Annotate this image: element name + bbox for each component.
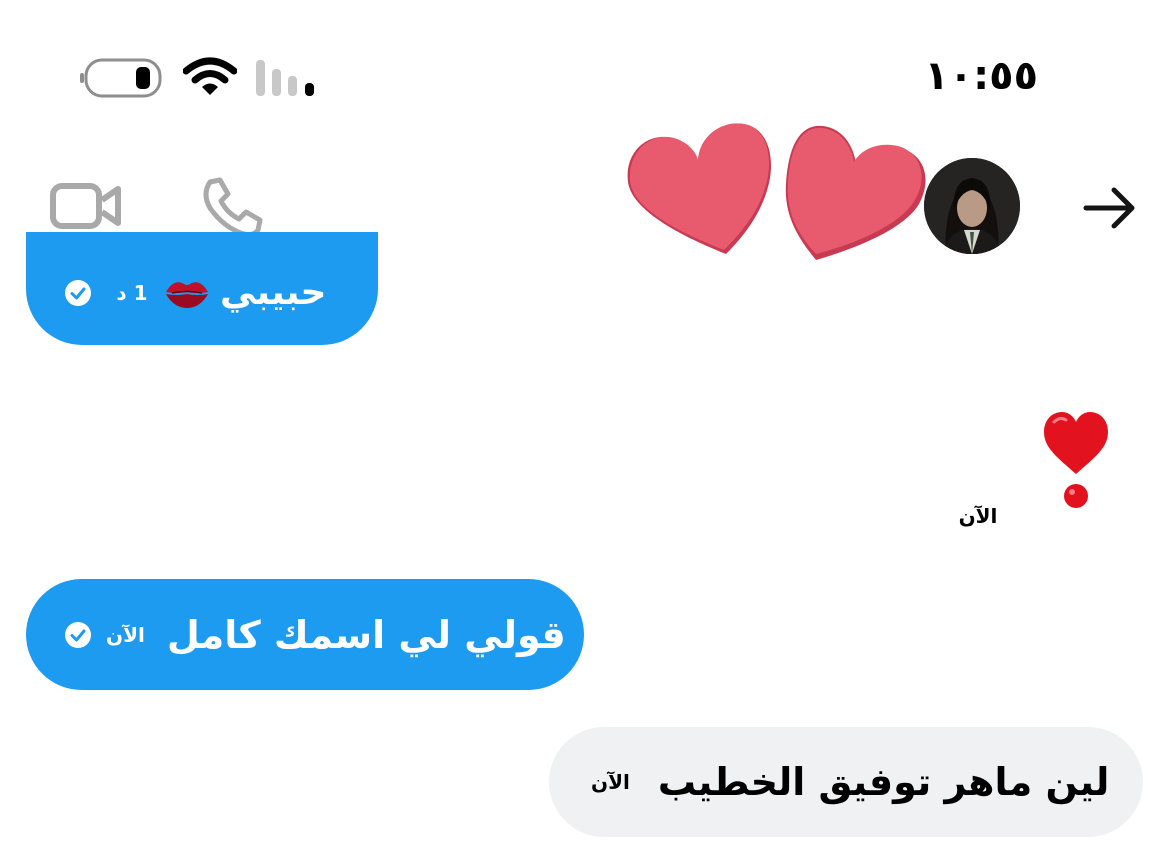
- message-bubble-outgoing[interactable]: الآن قولي لي اسمك كامل: [26, 579, 584, 690]
- battery-icon: [80, 58, 162, 98]
- phone-icon[interactable]: [200, 176, 264, 238]
- message-time: الآن: [591, 770, 630, 794]
- message-text: قولي لي اسمك كامل: [166, 612, 566, 657]
- message-bubble-outgoing[interactable]: 1 د حبيبي: [26, 232, 378, 345]
- message-bubble-incoming[interactable]: الآن لين ماهر توفيق الخطيب: [549, 727, 1143, 837]
- status-time: ١٠:٥٥: [924, 53, 1038, 99]
- arrow-right-icon[interactable]: [1080, 185, 1138, 231]
- check-circle-icon: [65, 621, 91, 648]
- avatar[interactable]: [924, 158, 1020, 254]
- wifi-icon: [183, 57, 237, 95]
- message-time: 1 د: [116, 280, 148, 305]
- signal-icon: [256, 60, 314, 96]
- check-circle-icon: [65, 279, 91, 306]
- message-text: لين ماهر توفيق الخطيب: [657, 760, 1110, 804]
- two-hearts-icon: [627, 123, 926, 260]
- avatar-photo: [924, 158, 1020, 254]
- video-camera-icon[interactable]: [50, 176, 122, 236]
- message-text: حبيبي: [220, 272, 327, 313]
- chat-screen: ١٠:٥٥ 1 د حبيبي الآن الآن قولي لي اسمك ك…: [0, 0, 1169, 862]
- message-time: الآن: [106, 622, 145, 647]
- kiss-mark-icon: [166, 281, 208, 308]
- heavy-heart-exclamation-icon[interactable]: [1040, 410, 1112, 512]
- message-time: الآن: [958, 504, 998, 528]
